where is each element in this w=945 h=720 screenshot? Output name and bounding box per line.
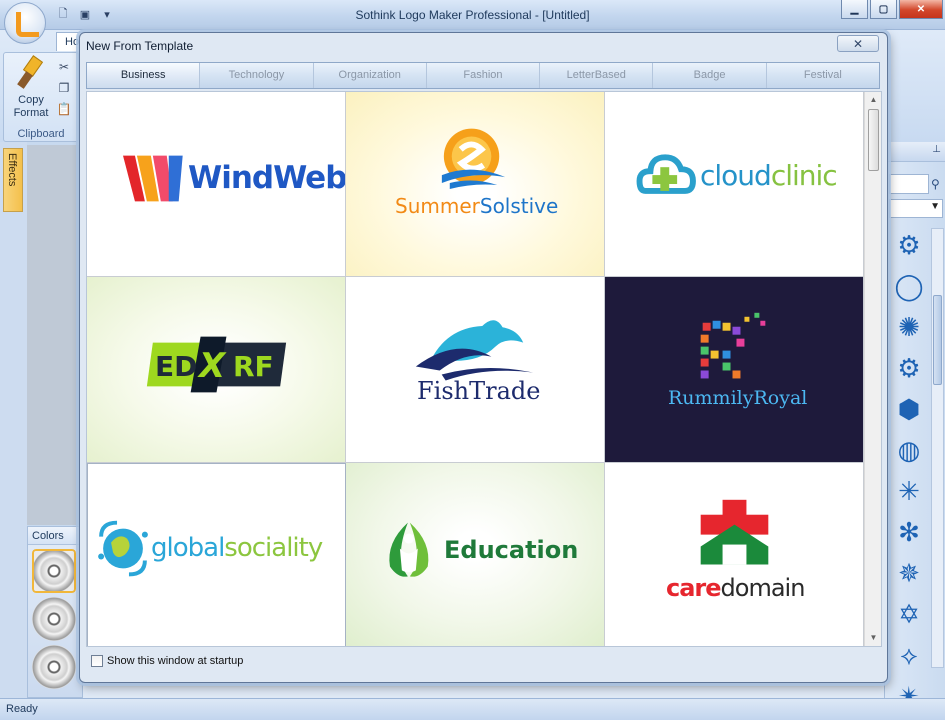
tab-organization[interactable]: Organization: [314, 63, 427, 88]
colors-panel: Colors: [27, 526, 83, 698]
template-name: FishTrade: [417, 377, 541, 405]
gallery-scrollbar[interactable]: ▲ ▼: [864, 92, 881, 646]
shape-cog-icon[interactable]: ⚙: [892, 351, 926, 385]
template-name: Education: [444, 536, 579, 564]
template-caredomain[interactable]: caredomain: [605, 463, 864, 646]
chevron-down-icon: ▼: [930, 201, 940, 212]
shape-sphere-icon[interactable]: ◍: [892, 433, 926, 467]
summersolstive-logo-icon: [441, 128, 506, 189]
format-brush-icon: [18, 57, 44, 91]
close-icon: ✕: [916, 3, 926, 15]
paste-icon[interactable]: 📋: [56, 101, 72, 117]
template-name: caredomain: [666, 574, 805, 602]
status-bar: Ready: [0, 698, 945, 720]
color-swatch[interactable]: [32, 597, 76, 641]
template-education[interactable]: Education: [346, 463, 605, 646]
shape-gear-icon[interactable]: ⚙: [892, 228, 926, 262]
shapes-scrollbar[interactable]: [931, 228, 944, 668]
template-gallery: WindWeb SummerSolstive cloudclinic ED X …: [86, 91, 882, 647]
search-icon[interactable]: ⚲: [931, 177, 940, 191]
scroll-thumb[interactable]: [868, 109, 879, 171]
startup-option: Show this window at startup: [91, 655, 243, 667]
tab-letterbased[interactable]: LetterBased: [540, 63, 654, 88]
left-dock: [0, 142, 27, 698]
effects-tab-label: Effects: [6, 153, 18, 187]
minimize-button[interactable]: ▁: [841, 0, 868, 19]
template-name: cloudclinic: [700, 159, 838, 192]
app-title-bar: 🗋 ▣ ▾ Sothink Logo Maker Professional - …: [0, 0, 945, 44]
edxrf-text-rf: RF: [233, 350, 274, 383]
pin-icon[interactable]: ⊥: [932, 144, 941, 155]
template-name: globalsociality: [151, 533, 323, 563]
template-cloudclinic[interactable]: cloudclinic: [605, 92, 864, 277]
status-text: Ready: [6, 703, 38, 715]
shape-ring-icon[interactable]: ◯: [892, 269, 926, 303]
edxrf-text-x: X: [199, 346, 226, 386]
scroll-down-icon[interactable]: ▼: [865, 630, 881, 646]
shape-category-select[interactable]: ▼: [889, 199, 943, 218]
template-name: WindWeb: [188, 160, 346, 196]
tab-business[interactable]: Business: [87, 63, 201, 88]
tab-fashion[interactable]: Fashion: [427, 63, 541, 88]
template-rummilyroyal[interactable]: RummilyRoyal: [605, 277, 864, 463]
template-summersolstive[interactable]: SummerSolstive: [346, 92, 605, 277]
fishtrade-logo-icon: [415, 320, 534, 381]
show-at-startup-checkbox[interactable]: [91, 655, 103, 667]
new-from-template-dialog: New From Template ✕ Business Technology …: [79, 32, 888, 683]
shape-spiral-icon[interactable]: ✺: [892, 310, 926, 344]
dialog-close-button[interactable]: ✕: [837, 35, 879, 52]
rummilyroyal-logo-icon: [700, 312, 766, 379]
category-tabs: Business Technology Organization Fashion…: [86, 62, 880, 89]
restore-button[interactable]: ▢: [870, 0, 897, 19]
restore-icon: ▢: [878, 3, 889, 15]
shapes-panel-header: ⊥: [885, 142, 945, 162]
shapes-panel: ⊥ ⚲ ▼ ⚙ ◯ ✺ ⚙ ⬢ ◍ ✳ ✻ ✵ ✡ ⟡ ✴: [884, 142, 945, 709]
template-name: RummilyRoyal: [668, 387, 808, 409]
clipboard-group-label: Clipboard: [17, 128, 65, 140]
dialog-title: New From Template: [86, 39, 194, 53]
scroll-thumb[interactable]: [933, 295, 942, 385]
show-at-startup-label[interactable]: Show this window at startup: [107, 655, 243, 667]
copy-format-label: Copy Format: [13, 94, 49, 119]
colors-panel-title: Colors: [28, 527, 82, 545]
shape-star-outline-icon[interactable]: ✡: [892, 597, 926, 631]
color-swatch[interactable]: [32, 549, 76, 593]
scroll-up-icon[interactable]: ▲: [865, 92, 881, 108]
copy-icon[interactable]: ❐: [56, 80, 72, 96]
shape-pinwheel-icon[interactable]: ✵: [892, 556, 926, 590]
color-swatch[interactable]: [32, 645, 76, 689]
template-globalsociality[interactable]: globalsociality: [87, 463, 346, 646]
edxrf-text-ed: ED: [155, 350, 198, 383]
tab-technology[interactable]: Technology: [200, 63, 314, 88]
close-icon: ✕: [852, 36, 864, 51]
caredomain-logo-icon: [700, 499, 769, 565]
template-fishtrade[interactable]: FishTrade: [346, 277, 605, 463]
shape-network-icon[interactable]: ⟡: [892, 638, 926, 672]
shape-asterisk-icon[interactable]: ✳: [892, 474, 926, 508]
window-title: Sothink Logo Maker Professional - [Untit…: [355, 8, 590, 22]
template-edxrf[interactable]: ED X RF: [87, 277, 346, 463]
effects-tab[interactable]: Effects: [3, 148, 23, 212]
tab-festival[interactable]: Festival: [767, 63, 879, 88]
clipboard-group: Copy Format ✂ ❐ 📋 Clipboard: [3, 52, 79, 142]
shape-library: ⚙ ◯ ✺ ⚙ ⬢ ◍ ✳ ✻ ✵ ✡ ⟡ ✴: [889, 228, 929, 713]
cut-icon[interactable]: ✂: [56, 59, 72, 75]
template-name: SummerSolstive: [395, 194, 559, 218]
tab-badge[interactable]: Badge: [653, 63, 767, 88]
shape-hexagon-icon[interactable]: ⬢: [892, 392, 926, 426]
minimize-icon: ▁: [850, 3, 859, 15]
shape-snowflake-icon[interactable]: ✻: [892, 515, 926, 549]
template-windweb[interactable]: WindWeb: [87, 92, 346, 277]
canvas-area[interactable]: [27, 145, 83, 525]
copy-format-button[interactable]: Copy Format: [11, 57, 51, 120]
shape-search-input[interactable]: [889, 174, 929, 194]
app-menu-button[interactable]: [4, 2, 46, 44]
close-button[interactable]: ✕: [899, 0, 943, 19]
